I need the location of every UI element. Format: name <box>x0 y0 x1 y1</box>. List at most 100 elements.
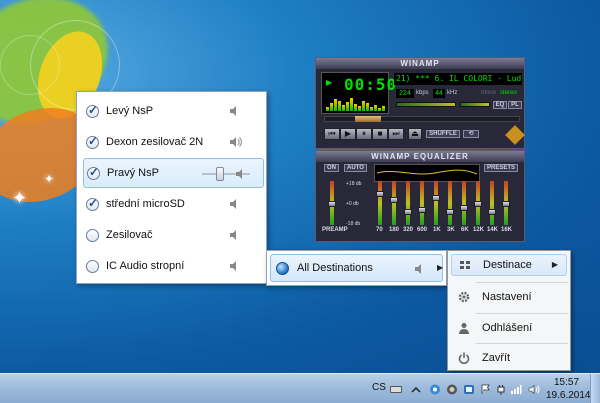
eq-band-thumb[interactable] <box>390 197 398 203</box>
device-check[interactable] <box>86 134 99 149</box>
device-row-zesilovac[interactable]: Zesilovač <box>83 220 264 250</box>
winamp-main-window[interactable]: WINAMP ▶ 00:50 21) *** 6. IL COLORI - Lu… <box>315 57 525 149</box>
menu-item-zavrit[interactable]: Zavřít <box>451 347 567 369</box>
volume-icon[interactable] <box>528 384 540 395</box>
speaker-icon[interactable] <box>228 228 242 242</box>
balance-slider[interactable] <box>460 102 490 107</box>
eject-icon[interactable]: ⏏ <box>408 128 422 140</box>
eq-band-slider[interactable] <box>420 181 424 225</box>
eq-band-label: 70 <box>376 227 383 233</box>
eq-band-label: 180 <box>389 227 400 233</box>
winamp-kbps-label: kbps <box>416 90 429 96</box>
eq-band-slider[interactable] <box>378 181 382 225</box>
pause-icon[interactable]: ⏸ <box>356 128 372 140</box>
shuffle-button[interactable]: SHUFFLE <box>426 130 460 138</box>
eq-band-thumb[interactable] <box>460 205 468 211</box>
menu-item-label: Nastavení <box>482 291 532 303</box>
eq-on-button[interactable]: ON <box>324 164 339 172</box>
device-label: IC Audio stropní <box>106 260 185 272</box>
winamp-kbps: 224 <box>396 89 414 98</box>
tray-app-icon[interactable] <box>446 384 458 395</box>
eq-band-slider[interactable] <box>462 181 466 225</box>
audio-destinations-panel: Levý NsP Dexon zesilovač 2N Pravý NsP st… <box>76 91 267 284</box>
eq-presets-button[interactable]: PRESETS <box>484 164 519 172</box>
device-label: Dexon zesilovač 2N <box>106 136 204 148</box>
network-signal-icon[interactable] <box>510 384 522 395</box>
action-center-flag-icon[interactable] <box>480 384 492 395</box>
device-row-dexon[interactable]: Dexon zesilovač 2N <box>83 127 264 157</box>
previous-icon[interactable]: ⏮ <box>324 128 340 140</box>
menu-item-odhlaseni[interactable]: Odhlášení <box>451 317 567 339</box>
eq-band-label: 320 <box>403 227 414 233</box>
tray-app-icon[interactable] <box>429 384 441 395</box>
speaker-sound-icon[interactable] <box>228 135 242 149</box>
preamp-thumb[interactable] <box>328 201 336 207</box>
eq-band-thumb[interactable] <box>502 201 510 207</box>
stop-icon[interactable]: ■ <box>372 128 388 140</box>
language-indicator[interactable]: CS <box>372 382 386 393</box>
seek-bar[interactable] <box>324 116 520 122</box>
winamp-equalizer-window[interactable]: WINAMP EQUALIZER ON AUTO PRESETS +18 db … <box>315 150 525 242</box>
playlist-toggle-button[interactable]: PL <box>508 101 522 109</box>
chevron-up-icon[interactable] <box>410 384 422 395</box>
speaker-icon[interactable] <box>234 167 248 181</box>
play-icon[interactable]: ▶ <box>340 128 356 140</box>
tray-app-icon[interactable] <box>463 384 475 395</box>
eq-band-thumb[interactable] <box>446 209 454 215</box>
eq-band-slider[interactable] <box>406 181 410 225</box>
speaker-icon[interactable] <box>228 104 242 118</box>
power-plug-icon[interactable] <box>495 384 507 395</box>
eq-band-thumb[interactable] <box>418 207 426 213</box>
device-check[interactable] <box>86 103 99 118</box>
eq-band-slider[interactable] <box>392 181 396 225</box>
speaker-icon[interactable] <box>228 197 242 211</box>
next-icon[interactable]: ⏭ <box>388 128 404 140</box>
eq-band-thumb[interactable] <box>432 195 440 201</box>
eq-band-thumb[interactable] <box>488 209 496 215</box>
taskbar: CS 15:57 19.6.2014 <box>0 373 600 403</box>
device-check[interactable] <box>86 196 99 211</box>
speaker-icon[interactable] <box>228 259 242 273</box>
clock-time[interactable]: 15:57 <box>554 377 579 388</box>
device-radio[interactable] <box>86 259 99 273</box>
eq-band-label: 600 <box>417 227 428 233</box>
repeat-icon[interactable]: ⟲ <box>463 130 479 138</box>
eq-band-slider[interactable] <box>434 181 438 225</box>
device-radio[interactable] <box>86 228 99 242</box>
speaker-icon[interactable] <box>413 262 427 276</box>
device-row-ic-audio[interactable]: IC Audio stropní <box>83 251 264 281</box>
seek-thumb[interactable] <box>355 116 381 122</box>
device-check[interactable] <box>87 165 100 180</box>
winamp-visualizer <box>326 97 386 111</box>
menu-item-label: Destinace <box>483 259 532 271</box>
play-indicator-icon: ▶ <box>326 78 333 87</box>
equalizer-title-bar[interactable]: WINAMP EQUALIZER <box>316 151 524 162</box>
winamp-mono: mono <box>481 90 497 96</box>
device-row-pravy-nsp[interactable]: Pravý NsP <box>83 158 264 188</box>
volume-slider[interactable] <box>396 102 456 107</box>
menu-item-label: Zavřít <box>482 352 511 364</box>
eq-band-thumb[interactable] <box>376 191 384 197</box>
all-destinations-item[interactable]: All Destinations ▶ <box>270 254 443 282</box>
device-row-stredni-microsd[interactable]: střední microSD <box>83 189 264 219</box>
eq-band-slider[interactable] <box>448 181 452 225</box>
show-desktop-button[interactable] <box>590 374 600 403</box>
menu-item-nastaveni[interactable]: Nastavení <box>451 286 567 308</box>
device-row-levy-nsp[interactable]: Levý NsP <box>83 96 264 126</box>
wallpaper-sparkle: ✦ <box>44 172 55 186</box>
eq-db-bottom: -18 db <box>346 221 361 227</box>
eq-band-slider[interactable] <box>490 181 494 225</box>
menu-item-destinace[interactable]: Destinace ▶ <box>451 254 567 276</box>
winamp-logo-icon <box>505 125 525 145</box>
menu-separator <box>476 313 568 314</box>
eq-band-thumb[interactable] <box>404 209 412 215</box>
volume-slider-thumb[interactable] <box>216 167 224 181</box>
eq-auto-button[interactable]: AUTO <box>344 164 367 172</box>
globe-icon <box>276 261 289 275</box>
eq-toggle-button[interactable]: EQ <box>493 101 507 109</box>
eq-band-thumb[interactable] <box>474 201 482 207</box>
winamp-title-bar[interactable]: WINAMP <box>316 58 524 69</box>
menu-item-label: Odhlášení <box>482 322 533 334</box>
keyboard-icon[interactable] <box>390 384 402 395</box>
clock-date[interactable]: 19.6.2014 <box>546 390 591 401</box>
